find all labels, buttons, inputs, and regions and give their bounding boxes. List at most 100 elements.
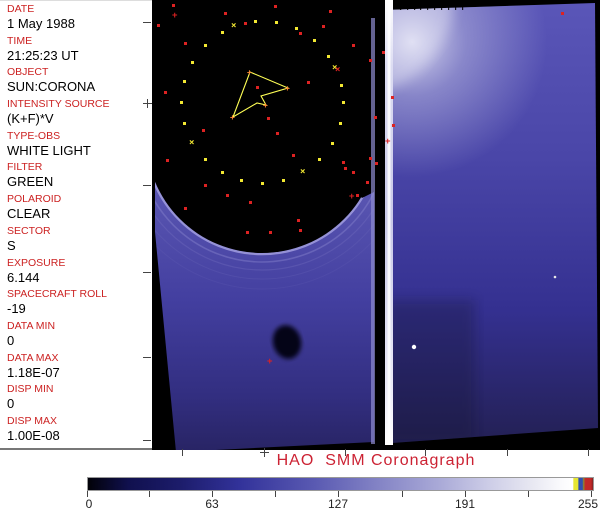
field-sector: SECTOR S: [7, 225, 156, 257]
field-value: -19: [7, 301, 156, 316]
fiducial-dot-yellow: ×: [300, 168, 305, 177]
fiducial-dot-red: +: [349, 193, 354, 202]
fiducial-dot-red: [244, 22, 247, 25]
field-spacecraft-roll: SPACECRAFT ROLL -19: [7, 288, 156, 320]
colorbar-tick-minor: [275, 491, 276, 497]
metadata-panel: DATE 1 May 1988 TIME 21:25:23 UT OBJECT …: [0, 0, 158, 450]
colorbar-label: 63: [205, 497, 218, 511]
fiducial-dot-red: [166, 159, 169, 162]
fiducial-dot-yellow: ×: [231, 22, 236, 31]
field-label: DATA MAX: [7, 352, 156, 365]
axis-tick-left: [143, 440, 151, 441]
field-value: 6.144: [7, 270, 156, 285]
fiducial-dot-red: [184, 207, 187, 210]
fiducial-dot-yellow: [221, 171, 224, 174]
fiducial-dot-yellow: [327, 55, 330, 58]
fiducial-dot-red: [352, 171, 355, 174]
field-label: DATA MIN: [7, 320, 156, 333]
field-value: SUN:CORONA: [7, 79, 156, 94]
field-type-obs: TYPE-OBS WHITE LIGHT: [7, 130, 156, 162]
colorbar-tick-minor: [149, 491, 150, 497]
fiducial-dot-yellow: [183, 122, 186, 125]
field-polaroid: POLAROID CLEAR: [7, 193, 156, 225]
fiducial-dot-red: [299, 229, 302, 232]
field-time: TIME 21:25:23 UT: [7, 35, 156, 67]
field-exposure: EXPOSURE 6.144: [7, 257, 156, 289]
field-value: (K+F)*V: [7, 111, 156, 126]
fiducial-dot-yellow: [342, 101, 345, 104]
field-value: GREEN: [7, 174, 156, 189]
field-data-min: DATA MIN 0: [7, 320, 156, 352]
field-value: 0: [7, 396, 156, 411]
page-title: HAO SMM Coronagraph: [152, 452, 600, 470]
axis-tick-left: [143, 272, 151, 273]
fiducial-dot-yellow: [339, 122, 342, 125]
field-label: OBJECT: [7, 66, 156, 79]
fiducial-dot-red: [226, 194, 229, 197]
colorbar-tick-minor: [402, 491, 403, 497]
fiducial-dot-yellow: [183, 80, 186, 83]
field-value: S: [7, 238, 156, 253]
fiducial-dot-red: [204, 184, 207, 187]
fiducial-dot-red: [352, 44, 355, 47]
fiducial-dot-red: [382, 51, 385, 54]
coronagraph-image: ++++ ×××××++++: [152, 0, 600, 450]
fiducial-dot-red: [256, 86, 259, 89]
field-label: EXPOSURE: [7, 257, 156, 270]
axis-tick-left: [143, 185, 151, 186]
field-value: 0: [7, 333, 156, 348]
axis-tick-left: [143, 357, 151, 358]
field-label: DATE: [7, 3, 156, 16]
fiducial-dot-yellow: [282, 179, 285, 182]
fiducial-dot-yellow: ×: [189, 139, 194, 148]
fiducial-dot-red: [276, 132, 279, 135]
field-value: CLEAR: [7, 206, 156, 221]
fiducial-dot-red: [184, 42, 187, 45]
colorbar-tick-minor: [528, 491, 529, 497]
fiducial-dot-red: +: [385, 138, 390, 147]
fiducial-dot-yellow: [240, 179, 243, 182]
field-value: WHITE LIGHT: [7, 143, 156, 158]
fiducial-dot-yellow: [254, 20, 257, 23]
fiducial-dot-red: [299, 32, 302, 35]
fiducial-dot-yellow: [295, 27, 298, 30]
fiducial-dot-red: [307, 81, 310, 84]
fiducial-dot-red: [561, 12, 564, 15]
fiducial-dot-layer: ×××××++++: [152, 0, 600, 450]
fiducial-dot-yellow: [313, 39, 316, 42]
fiducial-dot-yellow: [340, 84, 343, 87]
field-label: SECTOR: [7, 225, 156, 238]
field-label: INTENSITY SOURCE: [7, 98, 156, 111]
field-disp-min: DISP MIN 0: [7, 383, 156, 415]
fiducial-dot-red: [369, 157, 372, 160]
fiducial-dot-red: [157, 24, 160, 27]
fiducial-dot-red: [342, 161, 345, 164]
fiducial-dot-yellow: [191, 61, 194, 64]
colorbar-label: 191: [455, 497, 475, 511]
field-date: DATE 1 May 1988: [7, 3, 156, 35]
field-label: DISP MAX: [7, 415, 156, 428]
fiducial-dot-yellow: [275, 21, 278, 24]
intensity-colorbar: [87, 477, 594, 491]
fiducial-dot-red: [322, 25, 325, 28]
field-label: DISP MIN: [7, 383, 156, 396]
fiducial-dot-red: [366, 181, 369, 184]
fiducial-dot-red: [391, 96, 394, 99]
field-value: 1.18E-07: [7, 365, 156, 380]
field-label: TYPE-OBS: [7, 130, 156, 143]
axis-cross-left: [143, 99, 152, 108]
fiducial-dot-red: [344, 167, 347, 170]
fiducial-dot-red: [202, 129, 205, 132]
fiducial-dot-red: [375, 162, 378, 165]
fiducial-dot-red: [246, 231, 249, 234]
fiducial-dot-red: [329, 10, 332, 13]
fiducial-dot-red: [164, 91, 167, 94]
field-object: OBJECT SUN:CORONA: [7, 66, 156, 98]
field-value: 1.00E-08: [7, 428, 156, 443]
axis-tick-left: [143, 22, 151, 23]
fiducial-dot-red: [369, 59, 372, 62]
fiducial-dot-yellow: [331, 142, 334, 145]
fiducial-dot-red: [392, 124, 395, 127]
fiducial-dot-yellow: [204, 158, 207, 161]
fiducial-dot-red: [249, 201, 252, 204]
